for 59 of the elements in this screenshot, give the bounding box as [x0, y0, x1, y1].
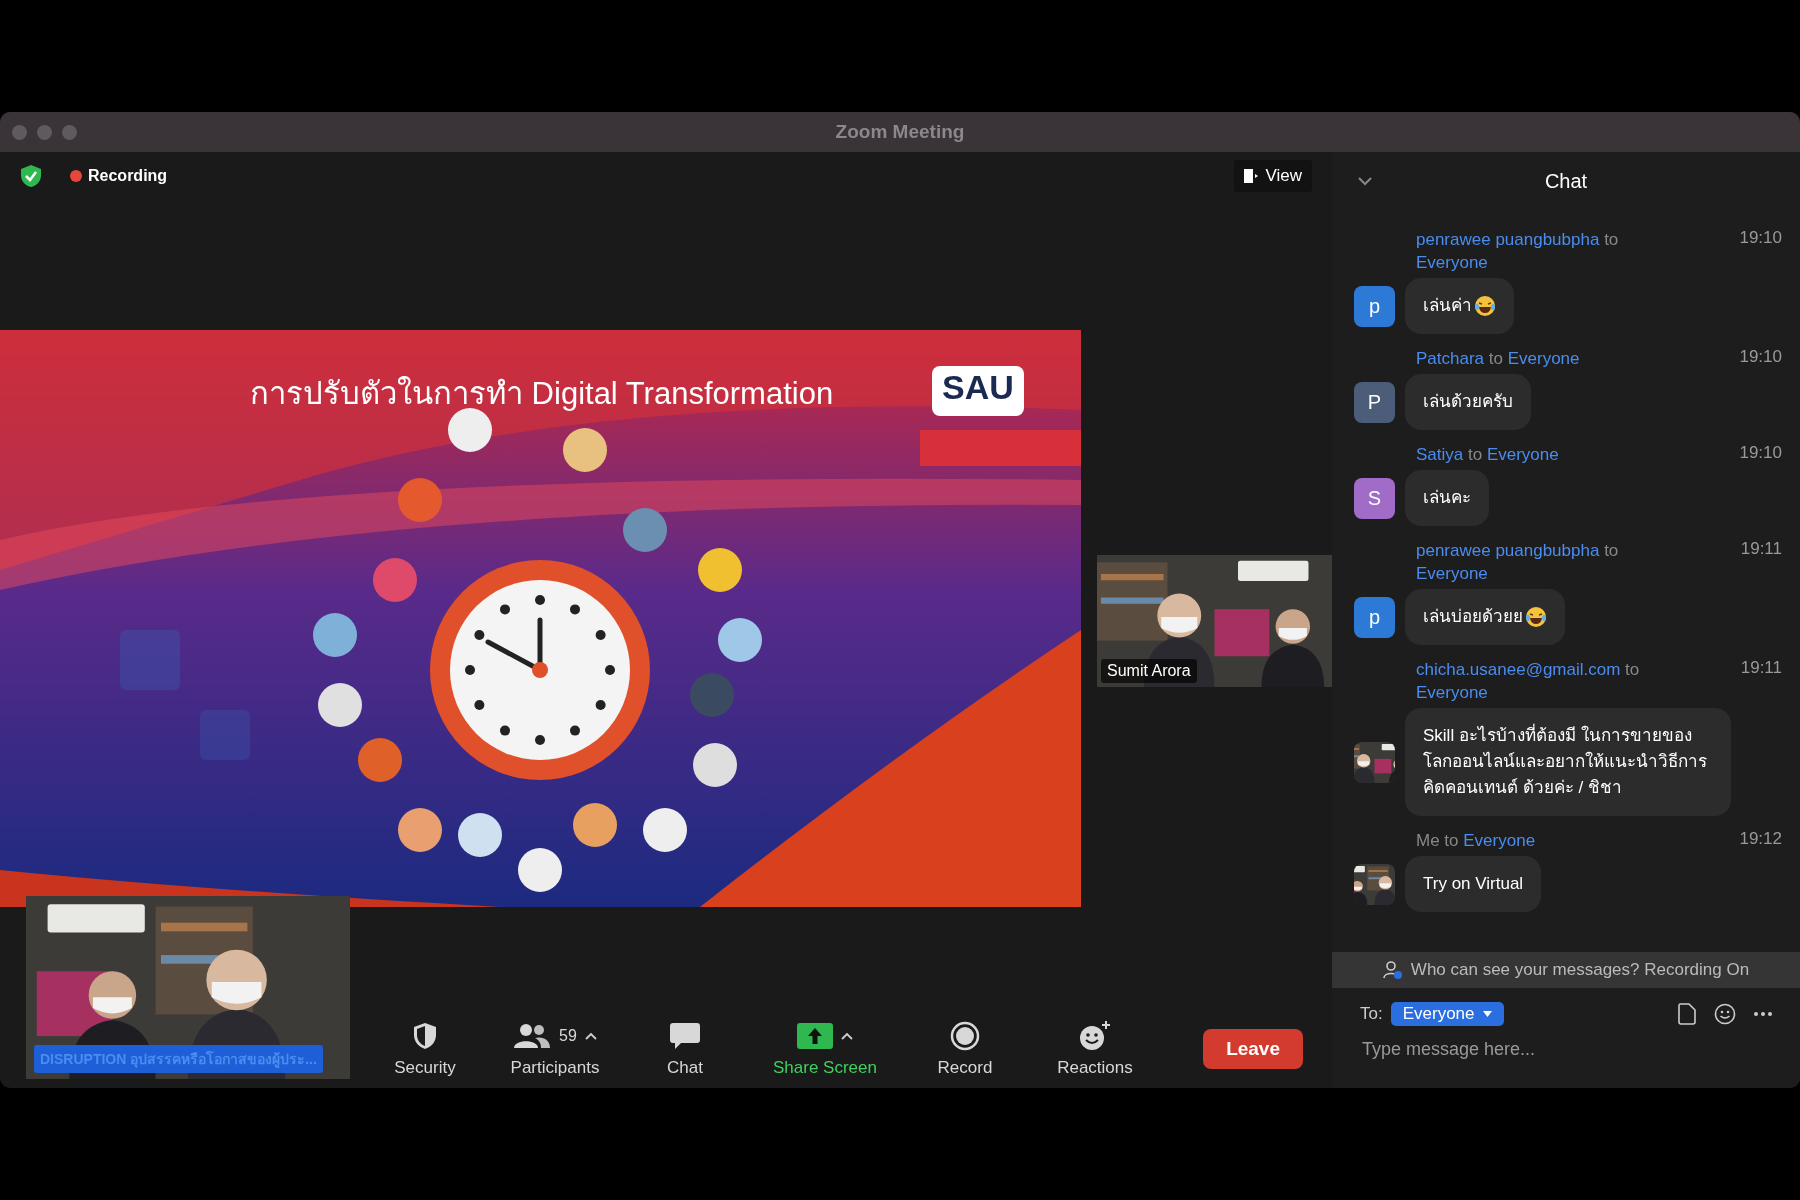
caret-up-icon[interactable] [584, 1032, 597, 1040]
participant-name: Sumit Arora [1101, 659, 1197, 683]
message-sender: penrawee puangbubpha to Everyone [1416, 229, 1620, 274]
message-bubble: เล่นด้วยครับ [1405, 374, 1531, 430]
person-icon [1382, 960, 1403, 980]
caret-down-icon [1482, 1011, 1492, 1017]
toolbar-button[interactable]: Security [360, 1020, 490, 1078]
message-bubble: เล่นคะ [1405, 470, 1489, 526]
toolbar-button[interactable]: 59 Participants [490, 1020, 620, 1078]
message-time: 19:11 [1740, 539, 1782, 560]
caret-up-icon[interactable] [841, 1032, 853, 1040]
shield-icon [412, 1022, 438, 1050]
people-icon [513, 1023, 552, 1049]
avatar: p [1354, 596, 1395, 638]
message-sender: Me to Everyone [1416, 830, 1537, 852]
avatar: S [1354, 477, 1395, 519]
message-bubble: Try on Virtual [1405, 856, 1542, 912]
view-button[interactable]: View [1234, 160, 1312, 192]
window-title: Zoom Meeting [835, 121, 965, 143]
message-time: 19:10 [1739, 228, 1782, 249]
toolbar-button[interactable]: Record [900, 1020, 1030, 1078]
leave-button[interactable]: Leave [1203, 1029, 1303, 1069]
message-time: 19:10 [1739, 347, 1782, 368]
message-sender: Satiya to Everyone [1416, 444, 1560, 466]
message-input[interactable]: Type message here... [1360, 1038, 1776, 1061]
laughing-face-icon [1474, 295, 1496, 317]
chevron-down-icon[interactable] [1358, 176, 1372, 186]
message-sender: penrawee puangbubpha to Everyone [1416, 540, 1620, 585]
slide-title: การปรับตัวในการทำ Digital Transformation [250, 375, 834, 413]
smiley-plus-icon [1078, 1020, 1112, 1052]
avatar: P [1354, 381, 1395, 423]
shield-check-icon[interactable] [20, 164, 42, 188]
recipient-dropdown[interactable]: Everyone [1390, 1002, 1504, 1026]
message-time: 19:12 [1739, 829, 1782, 850]
view-icon [1244, 168, 1259, 184]
avatar: p [1354, 285, 1395, 327]
chat-title: Chat [1544, 169, 1588, 193]
emoji-icon[interactable] [1714, 1003, 1736, 1025]
to-label: To: [1360, 1004, 1383, 1024]
message-sender: chicha.usanee@gmail.com to Everyone [1416, 659, 1641, 704]
logo: SAU [932, 366, 1024, 416]
share-screen-icon [797, 1023, 833, 1049]
recording-dot [70, 170, 82, 182]
message-bubble: Skill อะไรบ้างที่ต้องมี ในการขายของโลกออนไลน์และอยากให้แนะนำวิธีการคิดคอนเทนต์ ด้วยค่ะ / ชิชา [1405, 708, 1731, 816]
toolbar-button[interactable]: Share Screen [750, 1020, 900, 1078]
message-bubble: เล่นค่า [1405, 278, 1514, 334]
message-sender: Patchara to Everyone [1416, 348, 1581, 370]
more-icon[interactable] [1754, 1012, 1772, 1016]
toolbar-button[interactable]: Chat [620, 1020, 750, 1078]
record-icon [950, 1021, 980, 1051]
message-time: 19:10 [1739, 443, 1782, 464]
file-icon[interactable] [1678, 1003, 1696, 1025]
message-time: 19:11 [1740, 658, 1782, 679]
message-bubble: เล่นบ่อยด้วยย [1405, 589, 1565, 645]
toolbar-button[interactable]: Reactions [1030, 1020, 1160, 1078]
recording-label: Recording [88, 167, 168, 185]
privacy-notice[interactable]: Who can see your messages? Recording On [1332, 952, 1800, 988]
speech-bubble-icon [669, 1022, 701, 1050]
laughing-face-icon [1525, 606, 1547, 628]
